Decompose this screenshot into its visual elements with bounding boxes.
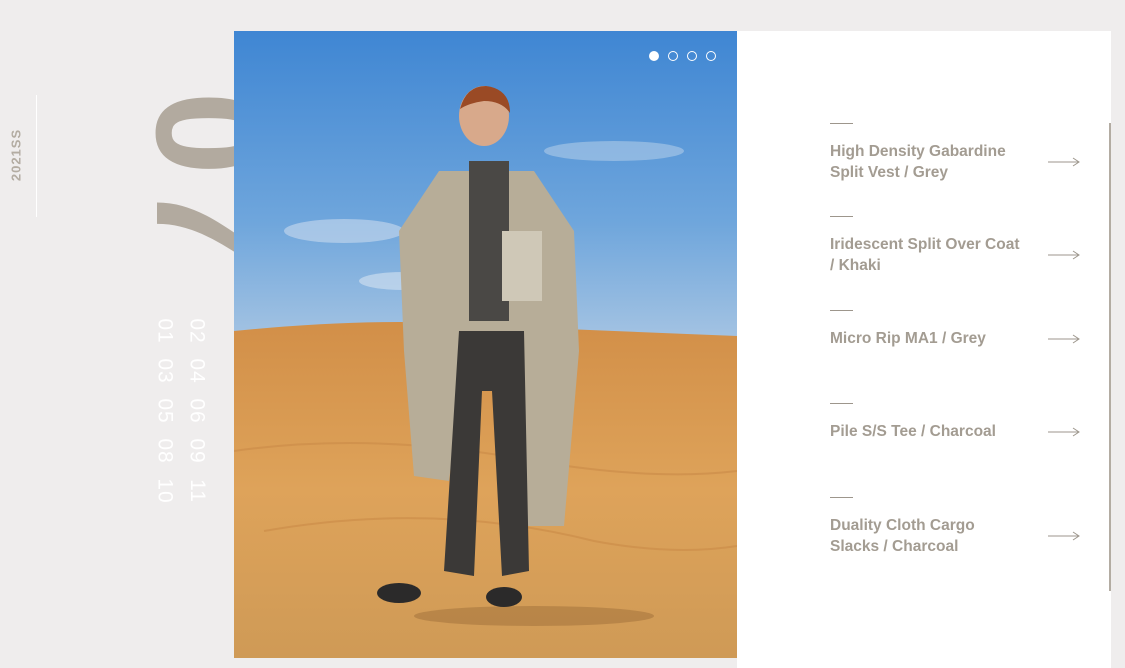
look-index-left: 01 03 05 08 10 xyxy=(150,318,180,504)
divider xyxy=(830,497,853,498)
divider xyxy=(830,123,853,124)
look-photo[interactable] xyxy=(234,31,737,658)
top-bar xyxy=(0,0,1125,30)
arrow-right-icon xyxy=(1048,531,1080,541)
lookbook-page: 2021SS 07 01 03 05 08 10 02 04 06 09 11 xyxy=(0,0,1125,668)
arrow-right-icon xyxy=(1048,250,1080,260)
look-index-link[interactable]: 06 xyxy=(184,398,210,423)
look-index-link[interactable]: 03 xyxy=(152,358,178,383)
product-name: Iridescent Split Over Coat / Khaki xyxy=(830,236,1020,274)
product-item[interactable]: Duality Cloth Cargo Slacks / Charcoal xyxy=(830,497,1080,557)
look-index-link[interactable]: 11 xyxy=(184,479,210,503)
product-item[interactable]: Iridescent Split Over Coat / Khaki xyxy=(830,216,1080,276)
product-item[interactable]: Micro Rip MA1 / Grey xyxy=(830,310,1080,349)
season-label: 2021SS xyxy=(8,128,24,182)
carousel-dots xyxy=(649,51,716,61)
divider xyxy=(830,310,853,311)
divider xyxy=(830,403,853,404)
look-index-link[interactable]: 01 xyxy=(152,318,178,343)
product-name: Duality Cloth Cargo Slacks / Charcoal xyxy=(830,517,975,555)
divider xyxy=(830,216,853,217)
product-item[interactable]: Pile S/S Tee / Charcoal xyxy=(830,403,1080,442)
look-index-link[interactable]: 04 xyxy=(184,358,210,383)
carousel-dot-icon[interactable] xyxy=(706,51,716,61)
look-index-link[interactable]: 08 xyxy=(152,438,178,463)
carousel-dot-icon[interactable] xyxy=(668,51,678,61)
arrow-right-icon xyxy=(1048,157,1080,167)
look-photo-image xyxy=(234,31,737,658)
product-name: High Density Gabardine Split Vest / Grey xyxy=(830,143,1006,181)
arrow-right-icon xyxy=(1048,427,1080,436)
carousel-dot-icon[interactable] xyxy=(687,51,697,61)
look-index-link[interactable]: 02 xyxy=(184,318,210,343)
look-index-right: 02 04 06 09 11 xyxy=(182,318,212,504)
product-name: Micro Rip MA1 / Grey xyxy=(830,330,986,347)
carousel-dot-icon[interactable] xyxy=(649,51,659,61)
look-index-link[interactable]: 10 xyxy=(152,478,178,503)
look-index-link[interactable]: 05 xyxy=(152,398,178,423)
season-rule xyxy=(36,95,37,217)
arrow-right-icon xyxy=(1048,334,1080,343)
product-name: Pile S/S Tee / Charcoal xyxy=(830,423,996,440)
product-item[interactable]: High Density Gabardine Split Vest / Grey xyxy=(830,123,1080,183)
scrollbar[interactable] xyxy=(1109,123,1111,591)
look-index-link[interactable]: 09 xyxy=(184,438,210,463)
